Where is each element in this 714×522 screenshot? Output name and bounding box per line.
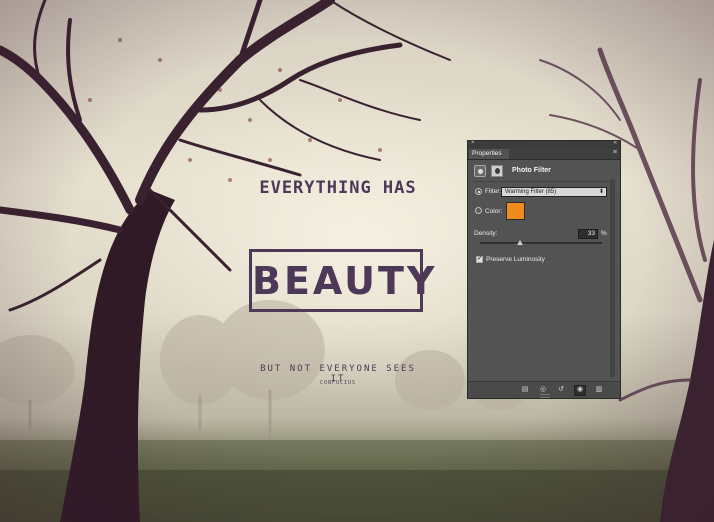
panel-footer: ▤ ◎ ↺ ◉ ▥ bbox=[468, 381, 620, 398]
beauty-frame: BEAUTY bbox=[249, 249, 438, 312]
panel-title: Photo Filter bbox=[512, 167, 551, 174]
preserve-luminosity-checkbox[interactable] bbox=[476, 254, 483, 263]
reset-icon[interactable]: ↺ bbox=[556, 386, 566, 394]
layer-mask-icon[interactable] bbox=[491, 165, 503, 177]
clip-to-layer-icon[interactable]: ▤ bbox=[520, 386, 530, 394]
headline-beauty: BEAUTY bbox=[252, 259, 438, 303]
color-swatch[interactable] bbox=[506, 202, 525, 220]
preserve-luminosity-label: Preserve Luminosity bbox=[486, 256, 545, 263]
trash-icon[interactable]: ▥ bbox=[594, 386, 604, 394]
density-slider-track[interactable] bbox=[480, 242, 602, 244]
resize-grip[interactable] bbox=[540, 394, 550, 398]
dropdown-arrow-icon: ⬍ bbox=[598, 189, 604, 195]
adjustment-layer-icon[interactable] bbox=[474, 165, 486, 177]
panel-titlebar[interactable]: × « bbox=[468, 140, 620, 148]
close-icon[interactable]: × bbox=[471, 140, 475, 146]
panel-menu-icon[interactable]: ≡ bbox=[613, 149, 617, 156]
adjustment-header: Photo Filter bbox=[474, 165, 614, 179]
tab-properties[interactable]: Properties bbox=[469, 149, 509, 159]
density-label: Density: bbox=[474, 230, 498, 237]
density-unit: % bbox=[601, 230, 607, 237]
filter-radio[interactable] bbox=[475, 188, 482, 195]
filter-dropdown[interactable]: Warming Filter (85) ⬍ bbox=[501, 187, 607, 197]
density-slider-thumb[interactable] bbox=[517, 240, 524, 245]
color-label: Color: bbox=[485, 208, 503, 215]
view-previous-state-icon[interactable]: ◎ bbox=[538, 386, 548, 394]
visibility-icon[interactable]: ◉ bbox=[574, 385, 586, 396]
author-text: CONFUCIUS bbox=[319, 380, 357, 386]
divider bbox=[473, 181, 609, 182]
panel-scrollbar[interactable] bbox=[610, 179, 615, 377]
color-radio[interactable] bbox=[475, 207, 482, 214]
collapse-icon[interactable]: « bbox=[614, 140, 617, 146]
density-input[interactable]: 33 bbox=[578, 229, 598, 239]
panel-tabbar: Properties ≡ bbox=[468, 148, 620, 160]
properties-panel[interactable]: × « Properties ≡ Photo Filter Filter: Wa… bbox=[467, 140, 621, 399]
filter-label: Filter: bbox=[485, 188, 502, 195]
headline-everything-has: EVERYTHING HAS bbox=[259, 178, 417, 198]
filter-dropdown-value: Warming Filter (85) bbox=[505, 189, 557, 195]
